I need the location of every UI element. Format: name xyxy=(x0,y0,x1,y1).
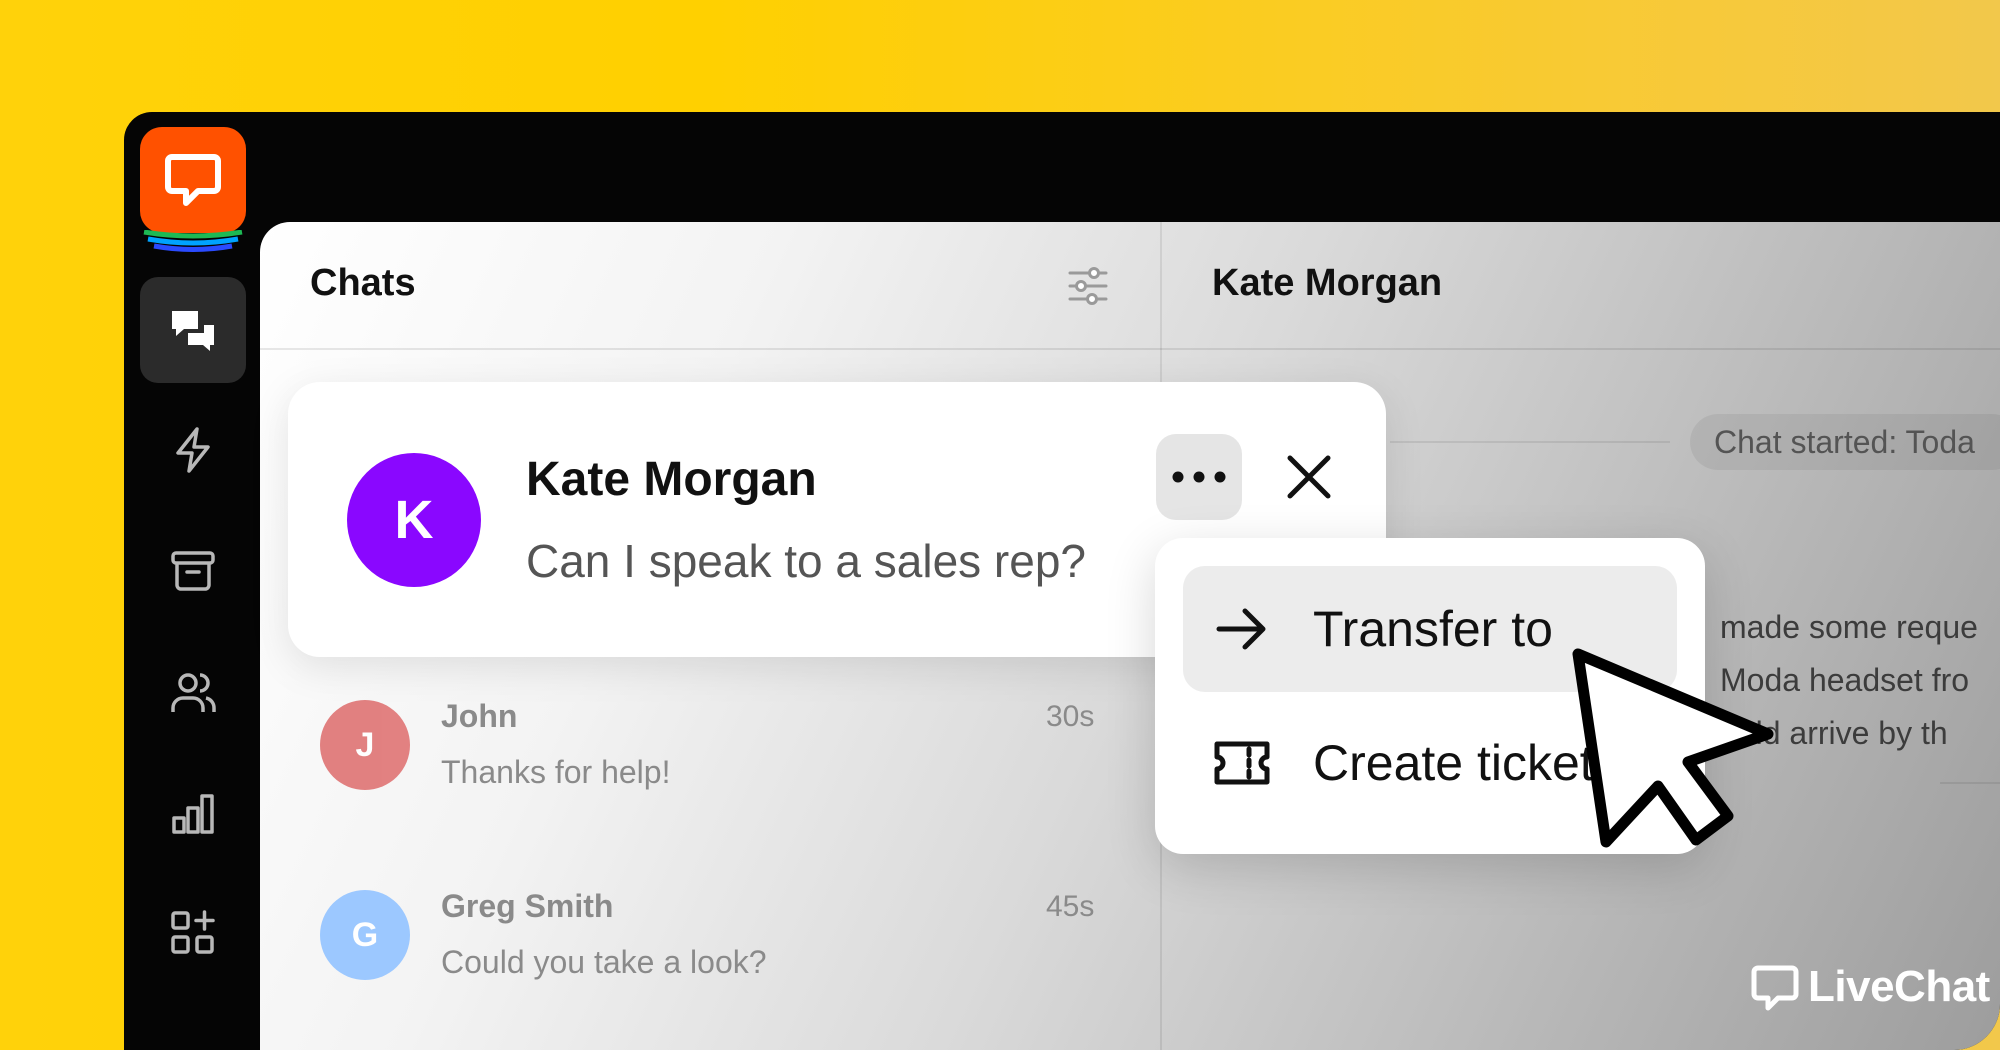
bar-chart-icon xyxy=(172,794,214,834)
close-icon xyxy=(1287,455,1331,499)
message-line-1: made some reque xyxy=(1720,609,1978,645)
more-dots-icon xyxy=(1172,471,1226,483)
more-options-button[interactable] xyxy=(1156,434,1242,520)
chat-started-badge: Chat started: Toda xyxy=(1690,414,2000,470)
message-divider xyxy=(1940,782,2000,784)
contact-name: Greg Smith xyxy=(441,888,614,924)
marketing-card: Chats Kate Morgan Chat started: Toda mad… xyxy=(0,0,2000,1050)
livechat-bubble-icon xyxy=(1751,965,1799,1011)
nav-customers[interactable] xyxy=(140,640,246,746)
people-icon xyxy=(171,673,216,712)
chat-time: 30s xyxy=(1046,700,1095,733)
close-button[interactable] xyxy=(1270,438,1348,516)
ticket-icon xyxy=(1214,741,1270,785)
contact-name: John xyxy=(441,698,518,734)
chat-time: 45s xyxy=(1046,890,1095,923)
avatar: K xyxy=(347,453,481,587)
mouse-pointer-icon xyxy=(1572,648,1774,848)
nav-automate[interactable] xyxy=(140,397,246,503)
archive-box-icon xyxy=(171,551,215,591)
avatar: G xyxy=(320,890,410,980)
menu-item-label: Create ticket xyxy=(1313,735,1594,791)
chat-started-line xyxy=(1390,441,1670,443)
chats-title: Chats xyxy=(310,262,416,304)
chat-preview: Thanks for help! xyxy=(441,754,671,790)
brand-name: LiveChat xyxy=(1808,962,1990,1011)
menu-item-label: Transfer to xyxy=(1313,601,1553,657)
brand-logo: LiveChat xyxy=(1750,962,1990,1012)
lightning-icon xyxy=(176,427,210,473)
nav-archives[interactable] xyxy=(140,518,246,624)
chat-preview: Could you take a look? xyxy=(441,944,767,980)
livechat-logo[interactable] xyxy=(140,127,246,233)
nav-reports[interactable] xyxy=(140,760,246,866)
contact-name: Kate Morgan xyxy=(526,453,817,506)
nav-chats[interactable] xyxy=(140,277,246,383)
avatar: J xyxy=(320,700,410,790)
livechat-bubble-icon xyxy=(165,154,221,206)
sliders-icon[interactable] xyxy=(1066,264,1110,308)
logo-stripes xyxy=(143,230,243,252)
nav-apps[interactable] xyxy=(140,880,246,986)
chat-preview: Can I speak to a sales rep? xyxy=(526,535,1086,587)
chat-detail-title: Kate Morgan xyxy=(1212,262,1443,304)
apps-grid-icon xyxy=(171,910,215,954)
chat-bubbles-icon xyxy=(172,311,214,351)
header-divider xyxy=(260,348,2000,350)
arrow-right-icon xyxy=(1216,608,1266,650)
